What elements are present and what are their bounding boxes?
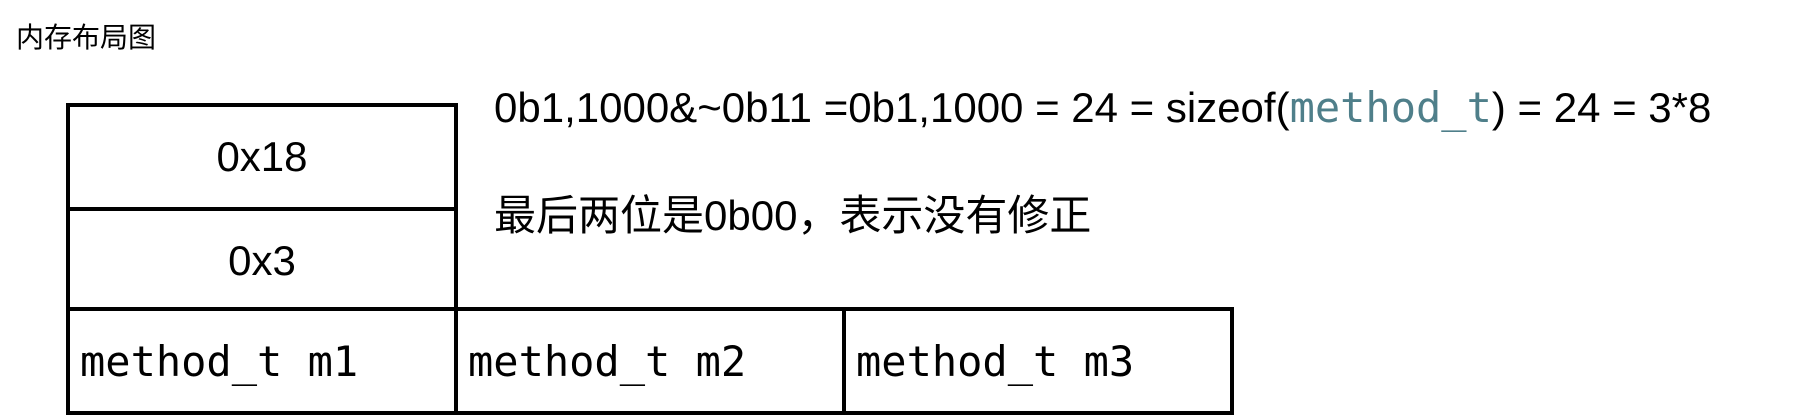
size-calculation-prefix: 0b1,1000&~0b11 =0b1,1000 = 24 = sizeof( bbox=[494, 84, 1290, 131]
type-name-highlight: method_t bbox=[1289, 83, 1492, 132]
method-cell-m2-label: method_t m2 bbox=[468, 336, 747, 386]
method-cell-m3: method_t m3 bbox=[842, 307, 1234, 415]
flag-bits-note: 最后两位是0b00，表示没有修正 bbox=[494, 192, 1092, 239]
header-cell-count-label: 0x3 bbox=[228, 237, 296, 284]
method-cell-m1-label: method_t m1 bbox=[80, 336, 359, 386]
header-cell-count: 0x3 bbox=[66, 207, 458, 315]
header-cell-entsize-label: 0x18 bbox=[216, 133, 308, 180]
diagram-title: 内存布局图 bbox=[16, 22, 157, 53]
method-cell-m3-label: method_t m3 bbox=[856, 336, 1135, 386]
size-calculation-suffix: ) = 24 = 3*8 bbox=[1491, 84, 1712, 131]
size-calculation-note: 0b1,1000&~0b11 =0b1,1000 = 24 = sizeof(m… bbox=[494, 80, 1711, 136]
header-cell-entsize: 0x18 bbox=[66, 103, 458, 211]
method-cell-m2: method_t m2 bbox=[454, 307, 846, 415]
method-cell-m1: method_t m1 bbox=[66, 307, 458, 415]
